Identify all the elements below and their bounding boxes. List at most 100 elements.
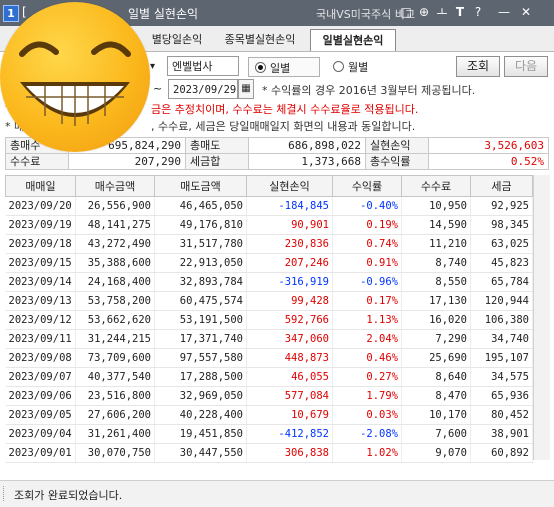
date-cell: 2023/09/08: [5, 348, 76, 368]
return-rate-cell: 1.79%: [332, 386, 402, 406]
sell-amount-cell: 22,913,050: [154, 253, 247, 273]
sell-amount-cell: 31,517,780: [154, 234, 247, 254]
daily-radio[interactable]: [255, 62, 266, 73]
realized-pnl-cell: 90,901: [246, 215, 333, 235]
buy-amount-cell: 23,516,800: [75, 386, 155, 406]
sell-amount-cell: 49,176,810: [154, 215, 247, 235]
table-row[interactable]: 2023/09/06 23,516,800 32,969,050 577,084 1.7…: [5, 386, 533, 406]
end-date-field[interactable]: 2023/09/29: [168, 79, 238, 99]
date-cell: 2023/09/14: [5, 272, 76, 292]
tax-cell: 38,901: [470, 424, 533, 444]
fee-cell: 25,690: [401, 348, 471, 368]
tax-cell: 34,740: [470, 329, 533, 349]
table-row[interactable]: 2023/09/01 30,070,750 30,447,550 306,838 1.0…: [5, 443, 533, 463]
return-rate-cell: 1.02%: [332, 443, 402, 463]
monthly-radio[interactable]: [333, 61, 344, 72]
table-row[interactable]: 2023/09/11 31,244,215 17,371,740 347,060 2.0…: [5, 329, 533, 349]
total-sell-value: 686,898,022: [248, 137, 366, 154]
realized-pnl-cell: -184,845: [246, 196, 333, 216]
total-return-label: 총수익률: [365, 153, 429, 170]
table-row[interactable]: 2023/09/15 35,388,600 22,913,050 207,246 0.9…: [5, 253, 533, 273]
col-header-tax[interactable]: 세금: [470, 175, 533, 197]
fee-cell: 14,590: [401, 215, 471, 235]
realized-pnl-cell: 207,246: [246, 253, 333, 273]
help-icon[interactable]: ?: [470, 4, 486, 20]
buy-amount-cell: 31,244,215: [75, 329, 155, 349]
date-cell: 2023/09/06: [5, 386, 76, 406]
tax-cell: 65,936: [470, 386, 533, 406]
fee-cell: 10,170: [401, 405, 471, 425]
realized-label: 실현손익: [365, 137, 429, 154]
grinning-emoji-icon: [0, 2, 150, 152]
account-name-field[interactable]: 엔벨법사: [167, 56, 239, 76]
status-bar: 조회가 완료되었습니다.: [0, 480, 554, 507]
date-cell: 2023/09/15: [5, 253, 76, 273]
buy-amount-cell: 53,662,620: [75, 310, 155, 330]
realized-pnl-cell: 592,766: [246, 310, 333, 330]
tab-item-realized[interactable]: 종목별실현손익: [214, 29, 306, 50]
col-header-realized[interactable]: 실현손익: [246, 175, 333, 197]
date-cell: 2023/09/12: [5, 310, 76, 330]
buy-amount-cell: 35,388,600: [75, 253, 155, 273]
sell-amount-cell: 40,228,400: [154, 405, 247, 425]
fee-cell: 17,130: [401, 291, 471, 311]
col-header-fee[interactable]: 수수료: [401, 175, 471, 197]
fee-cell: 8,640: [401, 367, 471, 387]
return-rate-cell: -2.08%: [332, 424, 402, 444]
fee-cell: 10,950: [401, 196, 471, 216]
sell-amount-cell: 60,475,574: [154, 291, 247, 311]
return-rate-cell: -0.40%: [332, 196, 402, 216]
monthly-radio-label: 월별: [348, 61, 369, 74]
dropdown-arrow-icon[interactable]: ▾: [150, 57, 162, 77]
tax-cell: 65,784: [470, 272, 533, 292]
realized-pnl-cell: 448,873: [246, 348, 333, 368]
buy-amount-cell: 43,272,490: [75, 234, 155, 254]
font-size-icon[interactable]: T: [452, 4, 468, 20]
table-row[interactable]: 2023/09/04 31,261,400 19,451,850 -412,852 -2…: [5, 424, 533, 444]
table-row[interactable]: 2023/09/05 27,606,200 40,228,400 10,679 0.03…: [5, 405, 533, 425]
table-row[interactable]: 2023/09/08 73,709,600 97,557,580 448,873 0.4…: [5, 348, 533, 368]
realized-pnl-cell: -316,919: [246, 272, 333, 292]
realized-pnl-cell: 577,084: [246, 386, 333, 406]
table-row[interactable]: 2023/09/19 48,141,275 49,176,810 90,901 0.19…: [5, 215, 533, 235]
tax-cell: 80,452: [470, 405, 533, 425]
pin-icon[interactable]: ㅗ: [434, 4, 450, 20]
table-row[interactable]: 2023/09/07 40,377,540 17,288,500 46,055 0.27…: [5, 367, 533, 387]
next-button[interactable]: 다음: [504, 56, 548, 77]
table-row[interactable]: 2023/09/12 53,662,620 53,191,500 592,766 1.1…: [5, 310, 533, 330]
buy-amount-cell: 73,709,600: [75, 348, 155, 368]
table-row[interactable]: 2023/09/13 53,758,200 60,475,574 99,428 0.17…: [5, 291, 533, 311]
window-icon-1[interactable]: □: [398, 4, 414, 20]
fee-cell: 9,070: [401, 443, 471, 463]
sell-amount-cell: 19,451,850: [154, 424, 247, 444]
col-header-date[interactable]: 매매일: [5, 175, 76, 197]
tax-cell: 98,345: [470, 215, 533, 235]
table-row[interactable]: 2023/09/14 24,168,400 32,893,784 -316,919 -0…: [5, 272, 533, 292]
total-return-value: 0.52%: [428, 153, 549, 170]
fee-cell: 8,740: [401, 253, 471, 273]
link-icon[interactable]: ⊕: [416, 4, 432, 20]
close-button[interactable]: ✕: [518, 4, 534, 20]
table-row[interactable]: 2023/09/18 43,272,490 31,517,780 230,836 0.7…: [5, 234, 533, 254]
calendar-icon[interactable]: ▦: [238, 79, 254, 99]
buy-amount-cell: 24,168,400: [75, 272, 155, 292]
col-header-sell[interactable]: 매도금액: [154, 175, 247, 197]
daily-radio-label: 일별: [270, 62, 291, 75]
query-button[interactable]: 조회: [456, 56, 500, 77]
return-rate-cell: 0.27%: [332, 367, 402, 387]
sell-amount-cell: 17,288,500: [154, 367, 247, 387]
tab-daily-pnl[interactable]: 별당일손익: [143, 29, 211, 50]
realized-pnl-cell: 230,836: [246, 234, 333, 254]
fee-cell: 8,470: [401, 386, 471, 406]
fee-cell: 8,550: [401, 272, 471, 292]
table-row[interactable]: 2023/09/20 26,556,900 46,465,050 -184,845 -0…: [5, 196, 533, 216]
sell-amount-cell: 97,557,580: [154, 348, 247, 368]
col-header-buy[interactable]: 매수금액: [75, 175, 155, 197]
table-header-row: 매매일 매수금액 매도금액 실현손익 수익률 수수료 세금: [5, 175, 533, 197]
sell-amount-cell: 17,371,740: [154, 329, 247, 349]
col-header-return[interactable]: 수익률: [332, 175, 402, 197]
table-scrollbar[interactable]: [533, 175, 550, 460]
minimize-button[interactable]: —: [496, 4, 512, 20]
status-grip-icon: [3, 486, 6, 501]
tab-daily-realized[interactable]: 일별실현손익: [310, 29, 396, 51]
